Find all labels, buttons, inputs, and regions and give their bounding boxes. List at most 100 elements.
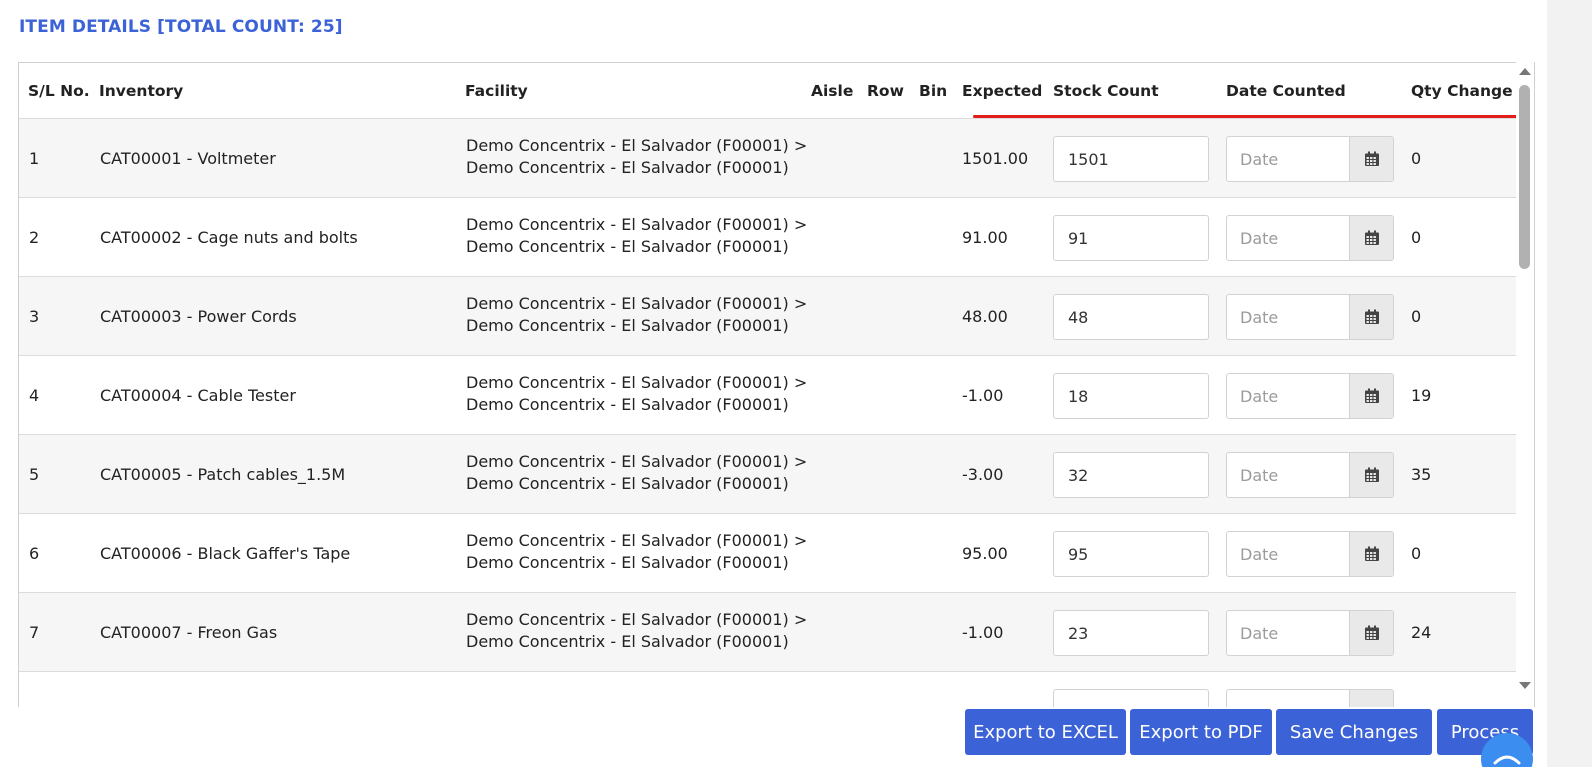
stock-count-input[interactable] [1053, 373, 1209, 419]
column-header-expected[interactable]: Expected [962, 82, 1042, 100]
table-row: 2 CAT00002 - Cage nuts and bolts Demo Co… [19, 198, 1517, 277]
date-counted-input[interactable] [1227, 295, 1350, 339]
date-counted-picker [1226, 373, 1394, 419]
row-expected: -1.00 [962, 386, 1004, 405]
table-header: S/L No. Inventory Facility Aisle Row Bin… [19, 63, 1534, 119]
facility-line-parent: Demo Concentrix - El Salvador (F00001) > [466, 136, 808, 155]
date-counted-input[interactable] [1227, 374, 1350, 418]
date-counted-picker [1226, 294, 1394, 340]
table-row: 6 CAT00006 - Black Gaffer's Tape Demo Co… [19, 514, 1517, 593]
row-expected: -1.00 [962, 623, 1004, 642]
stock-count-input[interactable] [1053, 294, 1209, 340]
page-title: ITEM DETAILS [TOTAL COUNT: 25] [19, 17, 343, 37]
column-header-inventory[interactable]: Inventory [99, 82, 183, 100]
facility-line-child: Demo Concentrix - El Salvador (F00001) [466, 237, 789, 256]
calendar-icon [1364, 546, 1379, 561]
row-sl: 3 [29, 307, 40, 326]
column-header-stock-count[interactable]: Stock Count [1053, 82, 1159, 100]
calendar-icon [1364, 151, 1379, 166]
column-header-date-counted[interactable]: Date Counted [1226, 82, 1346, 100]
row-inventory: CAT00002 - Cage nuts and bolts [100, 228, 358, 247]
column-header-facility[interactable]: Facility [465, 82, 528, 100]
column-header-qty-change[interactable]: Qty Change [1411, 82, 1513, 100]
table-row: 7 CAT00007 - Freon Gas Demo Concentrix -… [19, 593, 1517, 672]
facility-line-parent: Demo Concentrix - El Salvador (F00001) > [466, 452, 808, 471]
column-header-bin[interactable]: Bin [919, 82, 947, 100]
page-gutter [1547, 0, 1592, 767]
facility-line-child: Demo Concentrix - El Salvador (F00001) [466, 158, 789, 177]
date-counted-input[interactable] [1227, 453, 1350, 497]
date-picker-button[interactable] [1349, 690, 1393, 707]
date-counted-input[interactable] [1227, 216, 1350, 260]
facility-line-child: Demo Concentrix - El Salvador (F00001) [466, 395, 789, 414]
facility-line-child: Demo Concentrix - El Salvador (F00001) [466, 632, 789, 651]
scroll-up-arrow-icon[interactable] [1519, 68, 1531, 75]
row-facility: Demo Concentrix - El Salvador (F00001) >… [466, 530, 807, 574]
date-picker-button[interactable] [1349, 216, 1393, 260]
row-expected: 48.00 [962, 307, 1008, 326]
date-counted-picker [1226, 689, 1394, 707]
row-facility: Demo Concentrix - El Salvador (F00001) >… [466, 609, 807, 653]
calendar-icon [1364, 230, 1379, 245]
date-picker-button[interactable] [1349, 532, 1393, 576]
date-counted-input[interactable] [1227, 137, 1350, 181]
date-picker-button[interactable] [1349, 295, 1393, 339]
facility-line-parent: Demo Concentrix - El Salvador (F00001) > [466, 294, 808, 313]
date-counted-picker [1226, 610, 1394, 656]
column-header-row[interactable]: Row [867, 82, 904, 100]
row-expected: -3.00 [962, 465, 1004, 484]
row-inventory: CAT00003 - Power Cords [100, 307, 297, 326]
row-facility: Demo Concentrix - El Salvador (F00001) >… [466, 214, 807, 258]
row-facility: Demo Concentrix - El Salvador (F00001) >… [466, 293, 807, 337]
date-counted-input[interactable] [1227, 611, 1350, 655]
facility-line-parent: Demo Concentrix - El Salvador (F00001) > [466, 215, 808, 234]
table-row: 3 CAT00003 - Power Cords Demo Concentrix… [19, 277, 1517, 356]
row-facility: Demo Concentrix - El Salvador (F00001) >… [466, 135, 807, 179]
stock-count-input[interactable] [1053, 136, 1209, 182]
stock-count-input[interactable] [1053, 215, 1209, 261]
row-sl: 6 [29, 544, 40, 563]
row-qty-change: 0 [1411, 544, 1422, 563]
date-counted-picker [1226, 136, 1394, 182]
row-inventory: CAT00005 - Patch cables_1.5M [100, 465, 346, 484]
save-changes-button[interactable]: Save Changes [1276, 709, 1432, 755]
date-picker-button[interactable] [1349, 453, 1393, 497]
stock-count-input[interactable] [1053, 452, 1209, 498]
export-pdf-button[interactable]: Export to PDF [1130, 709, 1272, 755]
date-counted-input[interactable] [1227, 532, 1350, 576]
facility-line-parent: Demo Concentrix - El Salvador (F00001) > [466, 373, 808, 392]
scroll-down-arrow-icon[interactable] [1519, 682, 1531, 689]
row-facility: Demo Concentrix - El Salvador (F00001) >… [466, 372, 807, 416]
facility-line-child: Demo Concentrix - El Salvador (F00001) [466, 474, 789, 493]
row-sl: 1 [29, 149, 40, 168]
date-picker-button[interactable] [1349, 611, 1393, 655]
date-picker-button[interactable] [1349, 374, 1393, 418]
column-header-sl[interactable]: S/L No. [28, 82, 90, 100]
row-qty-change: 0 [1411, 149, 1422, 168]
export-excel-button[interactable]: Export to EXCEL [965, 709, 1126, 755]
stock-count-input[interactable] [1053, 689, 1209, 707]
calendar-icon [1364, 467, 1379, 482]
row-sl: 2 [29, 228, 40, 247]
row-qty-change: 0 [1411, 307, 1422, 326]
date-counted-picker [1226, 452, 1394, 498]
row-sl: 4 [29, 386, 40, 405]
stock-count-input[interactable] [1053, 531, 1209, 577]
column-header-aisle[interactable]: Aisle [811, 82, 853, 100]
date-counted-input[interactable] [1227, 690, 1350, 707]
date-picker-button[interactable] [1349, 137, 1393, 181]
facility-line-child: Demo Concentrix - El Salvador (F00001) [466, 553, 789, 572]
calendar-icon [1364, 388, 1379, 403]
date-counted-picker [1226, 215, 1394, 261]
scrollbar-thumb[interactable] [1519, 85, 1530, 269]
facility-line-parent: Demo Concentrix - El Salvador (F00001) > [466, 610, 808, 629]
table-scrollbar[interactable] [1516, 62, 1534, 697]
stock-count-input[interactable] [1053, 610, 1209, 656]
table-row [19, 672, 1517, 707]
table-row: 1 CAT00001 - Voltmeter Demo Concentrix -… [19, 119, 1517, 198]
row-inventory: CAT00001 - Voltmeter [100, 149, 276, 168]
calendar-icon [1364, 309, 1379, 324]
row-sl: 5 [29, 465, 40, 484]
row-facility: Demo Concentrix - El Salvador (F00001) >… [466, 451, 807, 495]
row-qty-change: 0 [1411, 228, 1422, 247]
